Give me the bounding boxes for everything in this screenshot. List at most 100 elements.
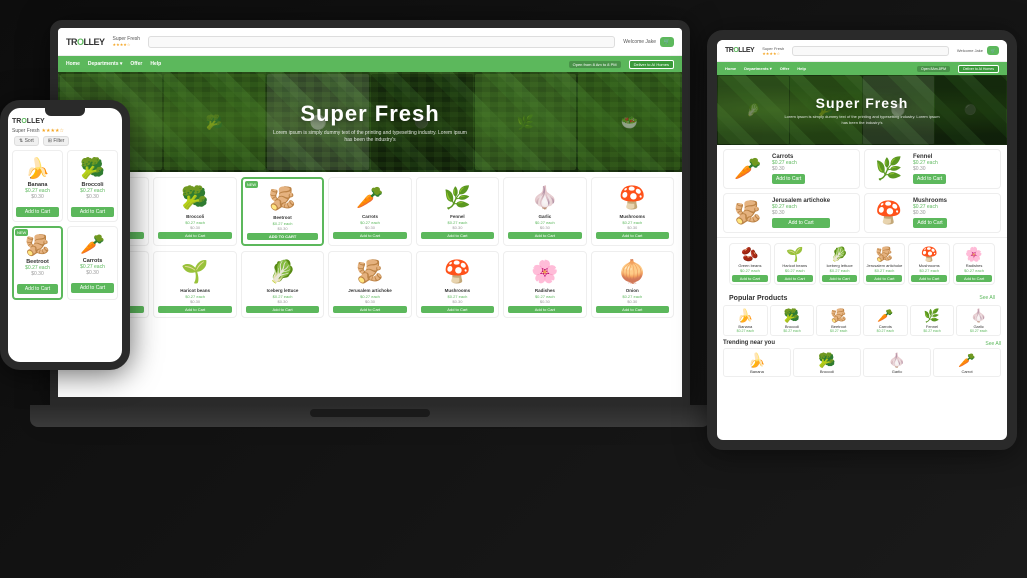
laptop-hero-subtitle: Lorem ipsum is simply dummy text of the …: [270, 130, 470, 144]
list-item: 🧄 Garlic: [863, 348, 931, 377]
tablet-nav-depts[interactable]: Departments ▾: [744, 66, 772, 71]
phone-store-rating: ★★★★☆: [42, 128, 64, 134]
tablet-nav-help[interactable]: Help: [797, 66, 806, 71]
tablet-trending-see-all[interactable]: See All: [985, 341, 1001, 347]
laptop-search-bar[interactable]: [148, 36, 615, 48]
phone-broccoli-add-btn[interactable]: Add to Cart: [71, 207, 114, 217]
phone-beetroot-old-price: $0.30: [17, 271, 58, 277]
iceberg-add-btn[interactable]: Add to Cart: [246, 306, 319, 313]
haricot-small-img: 🌱: [777, 246, 813, 263]
pop-garlic-img: 🧄: [959, 308, 998, 324]
radishes-add-btn[interactable]: Add to Cart: [508, 306, 581, 313]
tablet-mushrooms-add-btn[interactable]: Add to Cart: [913, 218, 947, 228]
laptop-nav-departments[interactable]: Departments ▾: [88, 61, 122, 67]
tablet-popular-section: Popular Products See All 🍌 Banana $0.27 …: [717, 290, 1007, 338]
mushroom-name: Mushrooms: [596, 214, 669, 219]
laptop-products-row2: 🫘 Green beans $0.27 each $0.30 Add to Ca…: [58, 251, 682, 323]
tablet-mushrooms-img: 🍄: [869, 200, 909, 226]
pop-fennel-img: 🌿: [913, 308, 952, 324]
list-item: 🍌 Banana $0.27 each $0.30 Add to Cart: [12, 150, 63, 222]
tablet-small-products: 🫘 Green beans $0.27 each Add to Cart 🌱 H…: [723, 240, 1001, 288]
table-row: 🍄 Mushrooms $0.27 each Add to Cart: [908, 243, 950, 285]
haricot-name: Haricot beans: [158, 288, 231, 293]
list-item: 🧄 Garlic $0.27 each: [956, 305, 1001, 336]
tablet-cart-icon[interactable]: 🛒: [987, 46, 999, 55]
tablet-artichoke-info: Jerusalem artichoke $0.27 each $0.30 Add…: [772, 198, 830, 228]
phone-banana-add-btn[interactable]: Add to Cart: [16, 207, 59, 217]
list-item: 🥕 Carrots $0.27 each $0.30 Add to Cart: [67, 226, 118, 300]
tablet-carrots-img: 🥕: [728, 156, 768, 182]
tablet-logo: TROLLEY: [725, 47, 754, 54]
laptop-cart-icon[interactable]: 🛒: [660, 37, 674, 47]
carrots-add-btn[interactable]: Add to Cart: [333, 232, 406, 239]
table-row: 🧄 Garlic $0.27 each $0.30 Add to Cart: [503, 177, 586, 246]
tablet-artichoke-add-btn[interactable]: Add to Cart: [772, 218, 830, 228]
artichoke-add-btn[interactable]: Add to Cart: [333, 306, 406, 313]
haricot-small-add-btn[interactable]: Add to Cart: [777, 275, 813, 282]
mushrooms-small-add-btn[interactable]: Add to Cart: [911, 275, 947, 282]
phone-carrots-add-btn[interactable]: Add to Cart: [71, 283, 114, 293]
iceberg-small-add-btn[interactable]: Add to Cart: [822, 275, 858, 282]
green-beans-small-add-btn[interactable]: Add to Cart: [732, 275, 768, 282]
fennel-name: Fennel: [421, 214, 494, 219]
laptop-hero-title: Super Fresh: [300, 101, 439, 127]
haricot-add-btn[interactable]: Add to Cart: [158, 306, 231, 313]
tablet-artichoke-old-price: $0.30: [772, 210, 830, 216]
phone-filter-btn[interactable]: ⊞ Filter: [43, 136, 70, 146]
radishes-name: Radishes: [508, 288, 581, 293]
broccoli-name: Broccoli: [158, 214, 231, 219]
list-item: 🥦 Broccoli: [793, 348, 861, 377]
onion-add-btn[interactable]: Add to Cart: [596, 306, 669, 313]
laptop-nav-offer[interactable]: Offer: [130, 61, 142, 67]
tablet-open-hours: Open 8Am-8PM: [917, 66, 950, 72]
broccoli-add-btn[interactable]: Add to Cart: [158, 232, 231, 239]
tablet-deliver-btn[interactable]: Deliver to AI Homes: [958, 65, 999, 73]
tablet-header: TROLLEY Super Fresh ★★★★☆ Welcome Jake 🛒: [717, 40, 1007, 62]
mushrooms-small-img: 🍄: [911, 246, 947, 263]
laptop-nav-home[interactable]: Home: [66, 61, 80, 67]
trending-carrot-name: Carrot: [936, 369, 998, 374]
beetroot-add-btn[interactable]: ADD TO CART: [247, 233, 318, 240]
radishes-small-img: 🌸: [956, 246, 992, 263]
tablet-trending-section: Trending near you See All 🍌 Banana 🥦 Bro…: [717, 338, 1007, 379]
mushroom-add-btn[interactable]: Add to Cart: [596, 232, 669, 239]
tablet-fennel-old-price: $0.30: [913, 166, 946, 172]
garlic-old-price: $0.30: [508, 225, 581, 230]
trending-broccoli-name: Broccoli: [796, 369, 858, 374]
iceberg-small-img: 🥬: [822, 246, 858, 263]
fennel-add-btn[interactable]: Add to Cart: [421, 232, 494, 239]
mushrooms2-add-btn[interactable]: Add to Cart: [421, 306, 494, 313]
tablet-nav-home[interactable]: Home: [725, 66, 736, 71]
tablet-trending-items: 🍌 Banana 🥦 Broccoli 🧄 Garlic 🥕: [723, 348, 1001, 377]
trending-garlic-name: Garlic: [866, 369, 928, 374]
tablet-fennel-add-btn[interactable]: Add to Cart: [913, 174, 946, 184]
phone-sort-btn[interactable]: ⇅ Sort: [14, 136, 39, 146]
tablet-search-bar[interactable]: [792, 46, 949, 56]
laptop-hero-banner: 🥬 🥦 ⚪ ⚫ 🌿 🥗 Super Fresh Lorem ipsum is s…: [58, 72, 682, 172]
iceberg-name: Iceberg lettuce: [246, 288, 319, 293]
artichoke-small-add-btn[interactable]: Add to Cart: [866, 275, 902, 282]
trending-banana-name: Banana: [726, 369, 788, 374]
tablet-carrots-add-btn[interactable]: Add to Cart: [772, 174, 805, 184]
table-row: 🥬 Iceberg lettuce $0.27 each Add to Cart: [819, 243, 861, 285]
radishes-small-add-btn[interactable]: Add to Cart: [956, 275, 992, 282]
laptop-device: TROLLEY Super Fresh ★★★★☆ Welcome Jake 🛒…: [50, 20, 690, 440]
laptop-nav-help[interactable]: Help: [150, 61, 161, 67]
artichoke-img: 🫚: [333, 256, 406, 288]
phone-store-name: Super Fresh: [12, 128, 40, 134]
laptop-deliver-btn[interactable]: Deliver to AI Homes: [629, 60, 674, 69]
tablet-popular-header: Popular Products See All: [723, 292, 1001, 303]
tablet-screen-content: TROLLEY Super Fresh ★★★★☆ Welcome Jake 🛒…: [717, 40, 1007, 440]
table-row: 🫚 Jerusalem artichoke $0.27 each Add to …: [863, 243, 905, 285]
phone-screen: TROLLEY Super Fresh ★★★★☆ ⇅ Sort ⊞ Filte…: [0, 100, 130, 370]
tablet-popular-title: Popular Products: [723, 292, 793, 303]
phone-screen-content: TROLLEY Super Fresh ★★★★☆ ⇅ Sort ⊞ Filte…: [8, 108, 122, 362]
laptop-base: [30, 405, 710, 427]
laptop-user-label: Welcome Jake: [623, 39, 656, 45]
tablet-nav-offer[interactable]: Offer: [780, 66, 790, 71]
table-row: 🌱 Haricot beans $0.27 each Add to Cart: [774, 243, 816, 285]
tablet-see-all[interactable]: See All: [979, 295, 995, 301]
phone-beetroot-add-btn[interactable]: Add to Cart: [17, 284, 58, 294]
garlic-add-btn[interactable]: Add to Cart: [508, 232, 581, 239]
fennel-old-price: $0.30: [421, 225, 494, 230]
